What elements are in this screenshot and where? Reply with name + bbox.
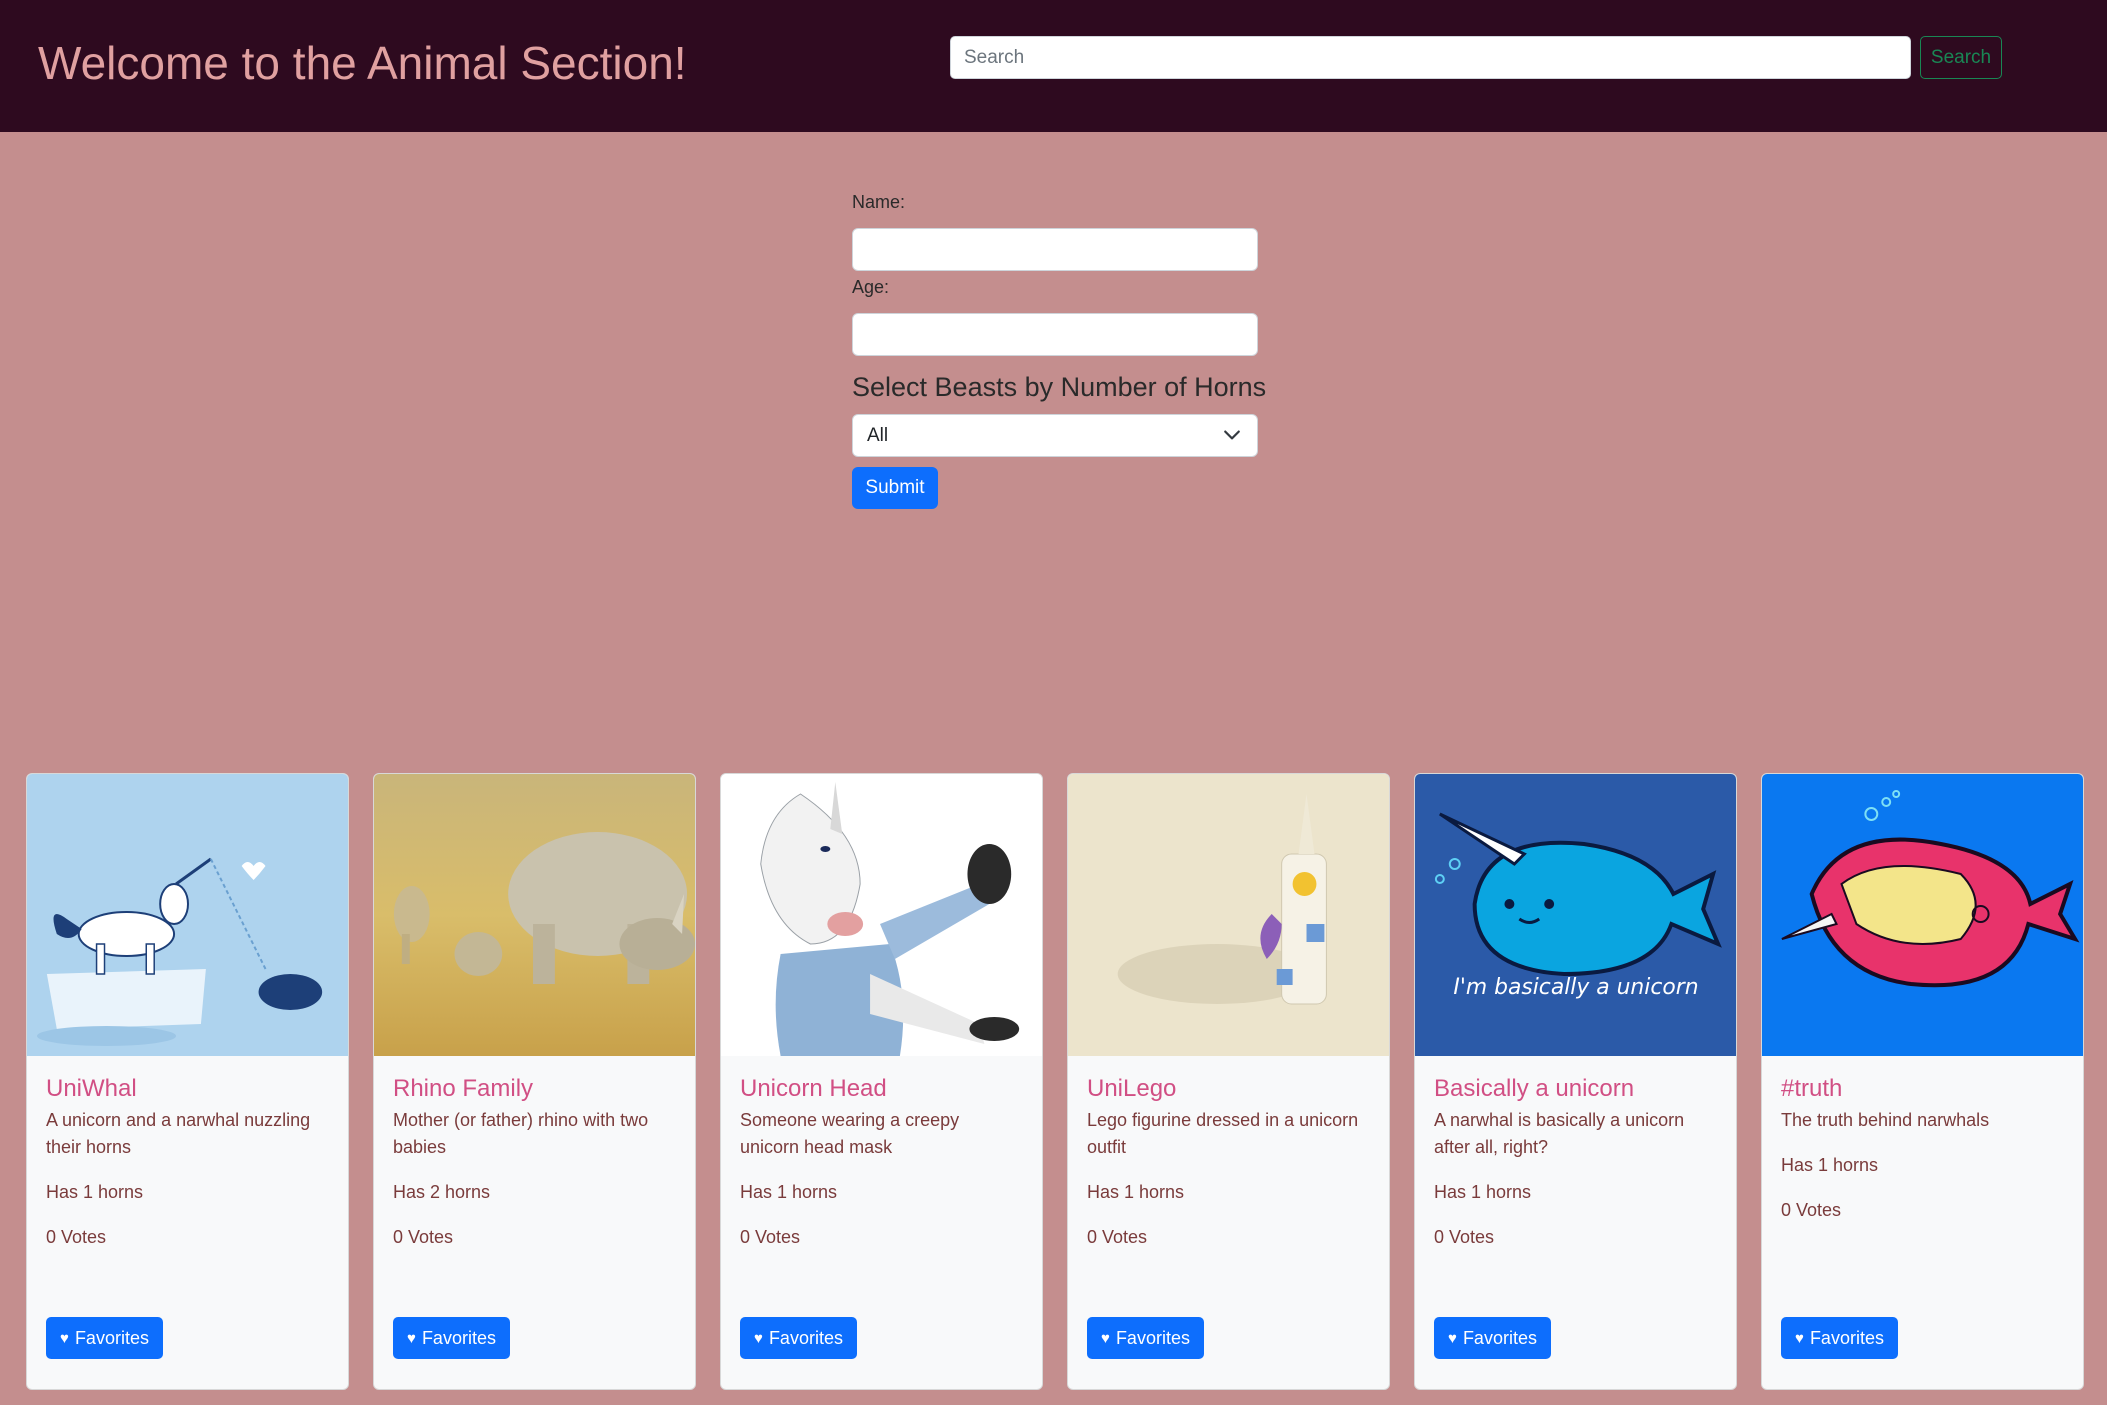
card-votes: 0 Votes: [1434, 1227, 1495, 1247]
favorites-button[interactable]: ♥ Favorites: [46, 1317, 163, 1359]
favorites-button[interactable]: ♥ Favorites: [740, 1317, 857, 1359]
favorites-label: Favorites: [1115, 1327, 1190, 1348]
age-input[interactable]: [852, 313, 1258, 356]
card-votes: 0 Votes: [1781, 1200, 1842, 1220]
lego-unicorn-photo: [1068, 774, 1389, 1056]
beast-filter-form: Name: Age: Select Beasts by Number of Ho…: [852, 190, 1267, 509]
narwhal-cartoon: I'm basically a unicorn: [1415, 774, 1736, 1056]
card-image: [1762, 774, 2083, 1056]
heart-icon: ♥: [754, 1329, 763, 1347]
unicorn-narwhal-illustration: [27, 774, 348, 1056]
card-title: UniWhal: [46, 1075, 137, 1102]
page-title: Welcome to the Animal Section!: [38, 37, 687, 89]
card-image: [374, 774, 695, 1056]
card-description: Mother (or father) rhino with two babies: [393, 1110, 649, 1157]
name-label: Name:: [852, 192, 906, 212]
card-votes: 0 Votes: [1087, 1227, 1148, 1247]
header: Welcome to the Animal Section! Search: [0, 0, 2107, 132]
unicorn-mask-photo: [721, 774, 1042, 1056]
heart-icon: ♥: [1795, 1329, 1804, 1347]
card-title: #truth: [1781, 1075, 1843, 1102]
beast-card: #truth The truth behind narwhals Has 1 h…: [1761, 773, 2084, 1390]
heart-icon: ♥: [60, 1329, 69, 1347]
card-title: Rhino Family: [393, 1075, 534, 1102]
card-description: A narwhal is basically a unicorn after a…: [1434, 1110, 1685, 1157]
card-votes: 0 Votes: [740, 1227, 801, 1247]
card-horns: Has 1 horns: [740, 1182, 838, 1202]
card-title: Basically a unicorn: [1434, 1075, 1635, 1102]
age-label: Age:: [852, 277, 890, 297]
card-description: Someone wearing a creepy unicorn head ma…: [740, 1110, 960, 1157]
favorites-label: Favorites: [1809, 1327, 1884, 1348]
beast-cards: UniWhal A unicorn and a narwhal nuzzling…: [26, 773, 2086, 1391]
card-horns: Has 1 horns: [46, 1182, 144, 1202]
heart-icon: ♥: [407, 1329, 416, 1347]
beast-card: Unicorn Head Someone wearing a creepy un…: [720, 773, 1043, 1390]
chevron-down-icon: [1224, 430, 1240, 440]
beast-card: UniWhal A unicorn and a narwhal nuzzling…: [26, 773, 349, 1390]
search-button[interactable]: Search: [1920, 36, 2002, 79]
favorites-label: Favorites: [768, 1327, 843, 1348]
card-votes: 0 Votes: [46, 1227, 107, 1247]
card-title: Unicorn Head: [740, 1075, 887, 1102]
card-horns: Has 1 horns: [1087, 1182, 1185, 1202]
card-image: I'm basically a unicorn: [1415, 774, 1736, 1056]
heart-icon: ♥: [1101, 1329, 1110, 1347]
rhino-family-photo: [374, 774, 695, 1056]
card-description: A unicorn and a narwhal nuzzling their h…: [46, 1110, 311, 1157]
beast-card: Rhino Family Mother (or father) rhino wi…: [373, 773, 696, 1390]
favorites-button[interactable]: ♥ Favorites: [1781, 1317, 1898, 1359]
card-image: [721, 774, 1042, 1056]
horns-heading: Select Beasts by Number of Horns: [852, 372, 1267, 402]
favorites-button[interactable]: ♥ Favorites: [1434, 1317, 1551, 1359]
favorites-label: Favorites: [1462, 1327, 1537, 1348]
card-horns: Has 1 horns: [1781, 1155, 1879, 1175]
narwhal-truth-drawing: [1762, 774, 2083, 1056]
card-votes: 0 Votes: [393, 1227, 454, 1247]
favorites-button[interactable]: ♥ Favorites: [393, 1317, 510, 1359]
submit-button[interactable]: Submit: [852, 467, 938, 509]
card-description: Lego figurine dressed in a unicorn outfi…: [1087, 1110, 1359, 1157]
name-input[interactable]: [852, 228, 1258, 271]
favorites-label: Favorites: [74, 1327, 149, 1348]
card-horns: Has 1 horns: [1434, 1182, 1532, 1202]
horns-select[interactable]: All: [852, 414, 1258, 457]
favorites-button[interactable]: ♥ Favorites: [1087, 1317, 1204, 1359]
card-image: [1068, 774, 1389, 1056]
beast-card: I'm basically a unicorn Basically a unic…: [1414, 773, 1737, 1390]
heart-icon: ♥: [1448, 1329, 1457, 1347]
beast-card: UniLego Lego figurine dressed in a unico…: [1067, 773, 1390, 1390]
horns-select-value: All: [867, 425, 889, 446]
card-image: [27, 774, 348, 1056]
card-title: UniLego: [1087, 1075, 1177, 1102]
card-description: The truth behind narwhals: [1781, 1110, 1990, 1130]
favorites-label: Favorites: [421, 1327, 496, 1348]
search-input[interactable]: [950, 36, 1911, 79]
card-horns: Has 2 horns: [393, 1182, 491, 1202]
image-caption: I'm basically a unicorn: [1453, 975, 1698, 1000]
